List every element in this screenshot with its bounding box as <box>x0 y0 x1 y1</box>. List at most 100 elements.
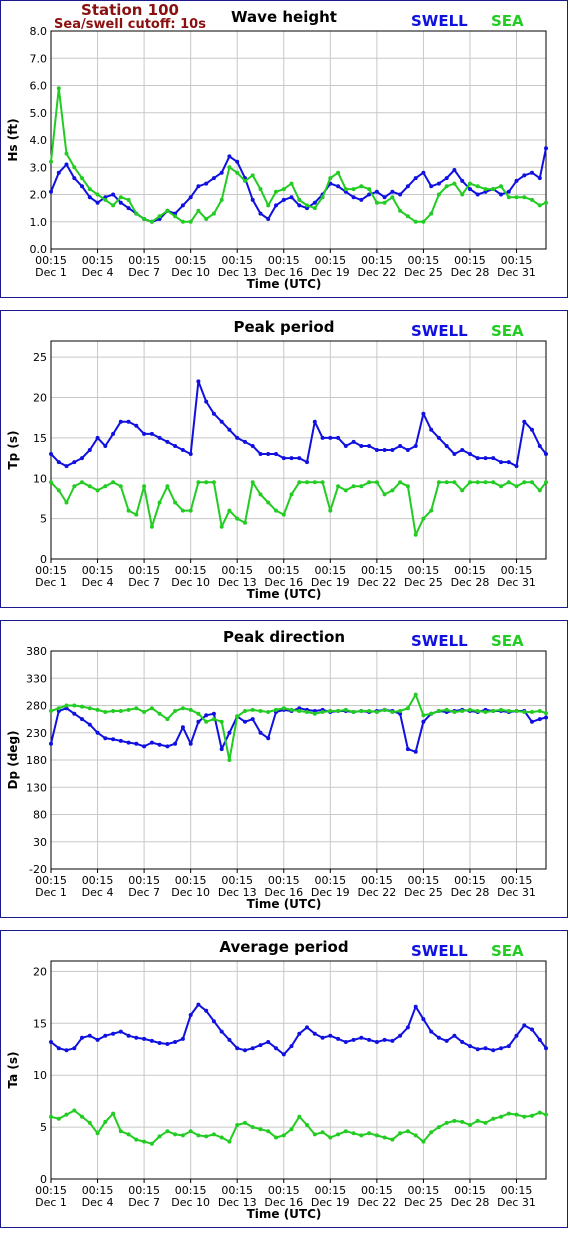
legend-sea: SEA <box>491 12 524 30</box>
data-point-sea <box>367 480 372 485</box>
x-tick-date: Dec 1 <box>35 576 67 589</box>
data-point-swell <box>64 162 69 167</box>
data-point-sea <box>336 484 341 489</box>
data-point-sea <box>134 512 139 517</box>
data-point-swell <box>149 740 154 745</box>
data-point-sea <box>305 1123 309 1127</box>
data-point-swell <box>204 713 209 718</box>
data-point-sea <box>506 195 511 200</box>
data-point-swell <box>173 444 178 448</box>
x-tick-date: Dec 22 <box>357 266 396 279</box>
data-point-sea <box>157 214 162 219</box>
data-point-swell <box>165 744 170 749</box>
data-point-sea <box>436 480 441 485</box>
wave-height-chart: Wave height SWELL SEA0.01.02.03.04.05.06.0… <box>6 8 548 291</box>
data-point-swell <box>530 1027 534 1032</box>
data-point-swell <box>266 736 271 741</box>
data-point-swell <box>514 1033 519 1038</box>
y-tick-label: 30 <box>33 836 47 849</box>
data-point-swell <box>499 460 503 465</box>
data-point-swell <box>452 168 457 172</box>
series-line-sea <box>50 87 547 223</box>
data-point-swell <box>149 1038 154 1043</box>
data-point-sea <box>266 1129 271 1134</box>
data-point-sea <box>429 211 434 216</box>
data-point-sea <box>258 187 263 192</box>
data-point-sea <box>305 710 309 714</box>
data-point-swell <box>243 719 247 724</box>
data-point-swell <box>374 1040 379 1044</box>
data-point-sea <box>64 703 69 708</box>
data-point-swell <box>49 741 53 746</box>
data-point-swell <box>514 464 519 469</box>
data-point-sea <box>436 709 441 713</box>
y-tick-label: 130 <box>26 781 47 794</box>
data-point-swell <box>413 176 418 181</box>
data-point-swell <box>134 741 139 746</box>
data-point-sea <box>398 208 403 213</box>
data-point-swell <box>72 1046 77 1051</box>
data-point-sea <box>204 1134 209 1139</box>
data-point-swell <box>87 722 92 727</box>
data-point-swell <box>56 460 61 465</box>
data-point-sea <box>219 719 224 724</box>
data-point-swell <box>367 444 372 448</box>
x-axis-title: Time (UTC) <box>247 897 322 911</box>
data-point-sea <box>374 1133 379 1138</box>
data-point-swell <box>312 200 317 205</box>
data-point-swell <box>80 1035 84 1040</box>
data-point-swell <box>475 192 480 197</box>
data-point-sea <box>49 1114 53 1119</box>
y-tick-label: 5 <box>40 513 47 526</box>
data-point-sea <box>382 492 387 497</box>
data-point-swell <box>258 452 263 456</box>
data-point-swell <box>537 444 542 448</box>
chart-title: Peak period <box>234 318 335 336</box>
data-point-sea <box>405 214 410 219</box>
data-point-sea <box>398 480 403 485</box>
data-point-swell <box>258 211 263 216</box>
data-point-sea <box>126 508 131 513</box>
data-point-swell <box>219 1029 224 1034</box>
data-point-sea <box>149 706 154 711</box>
data-point-swell <box>250 444 255 448</box>
data-point-sea <box>405 706 410 711</box>
data-point-sea <box>95 1131 100 1136</box>
data-point-sea <box>64 151 69 156</box>
data-point-swell <box>56 1046 61 1051</box>
data-point-sea <box>56 1116 61 1121</box>
data-point-swell <box>522 173 527 178</box>
data-point-sea <box>274 1135 278 1140</box>
data-point-sea <box>165 484 170 489</box>
data-point-sea <box>297 1114 302 1119</box>
x-tick-date: Dec 7 <box>128 266 160 279</box>
data-point-swell <box>142 1036 147 1041</box>
data-point-sea <box>227 508 232 513</box>
data-point-sea <box>320 195 325 200</box>
data-point-swell <box>196 184 201 189</box>
data-point-swell <box>64 464 69 469</box>
panel-wave-height: Wave height SWELL SEA 0.0 1.0 2.0 3.0 4.0 5.0 6.0… <box>0 0 568 298</box>
data-point-swell <box>483 1046 488 1051</box>
data-point-sea <box>544 480 548 485</box>
data-point-sea <box>343 187 348 192</box>
data-point-swell <box>103 736 108 741</box>
data-point-swell <box>87 1033 92 1038</box>
data-point-swell <box>211 1019 216 1024</box>
data-point-sea <box>537 488 542 493</box>
data-point-swell <box>351 195 356 200</box>
plot-frame <box>50 340 547 560</box>
data-point-swell <box>95 200 100 205</box>
data-point-sea <box>390 710 395 714</box>
data-point-swell <box>173 1040 178 1044</box>
data-point-swell <box>243 1048 247 1053</box>
x-tick-date: Dec 4 <box>82 1196 114 1209</box>
data-point-swell <box>227 730 232 735</box>
y-tick-label: 3.0 <box>30 161 48 174</box>
data-point-sea <box>522 1114 527 1119</box>
x-tick-date: Dec 25 <box>404 266 443 279</box>
data-point-swell <box>483 456 488 461</box>
data-point-sea <box>444 184 449 189</box>
data-point-swell <box>95 1037 100 1042</box>
data-point-swell <box>475 456 480 461</box>
